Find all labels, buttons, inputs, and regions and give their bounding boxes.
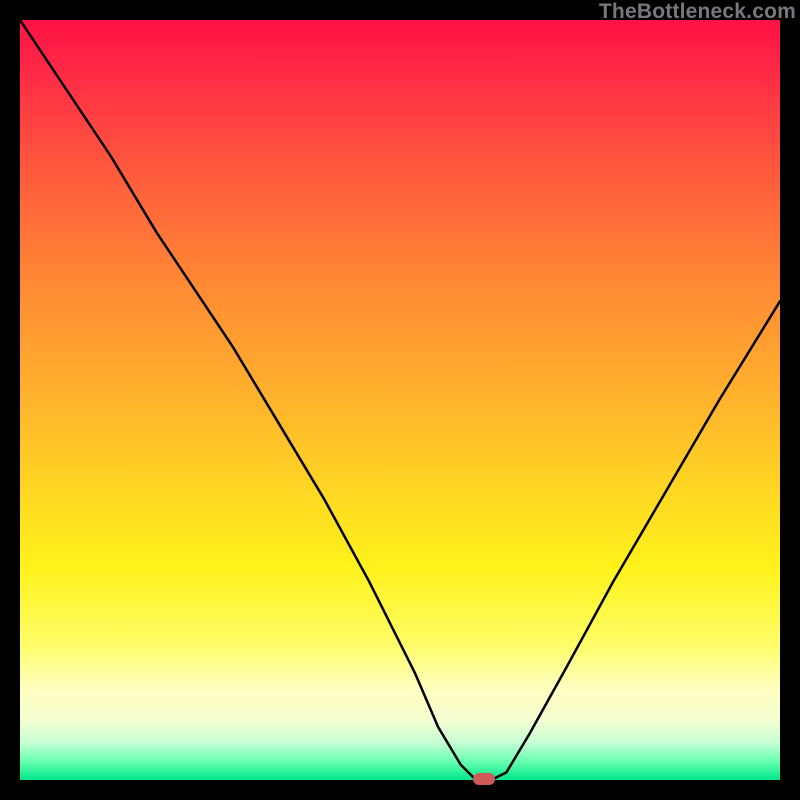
chart-container: TheBottleneck.com — [0, 0, 800, 800]
plot-area — [20, 20, 780, 780]
curve-svg — [20, 20, 780, 780]
optimal-marker — [473, 773, 495, 785]
bottleneck-curve — [20, 20, 780, 780]
